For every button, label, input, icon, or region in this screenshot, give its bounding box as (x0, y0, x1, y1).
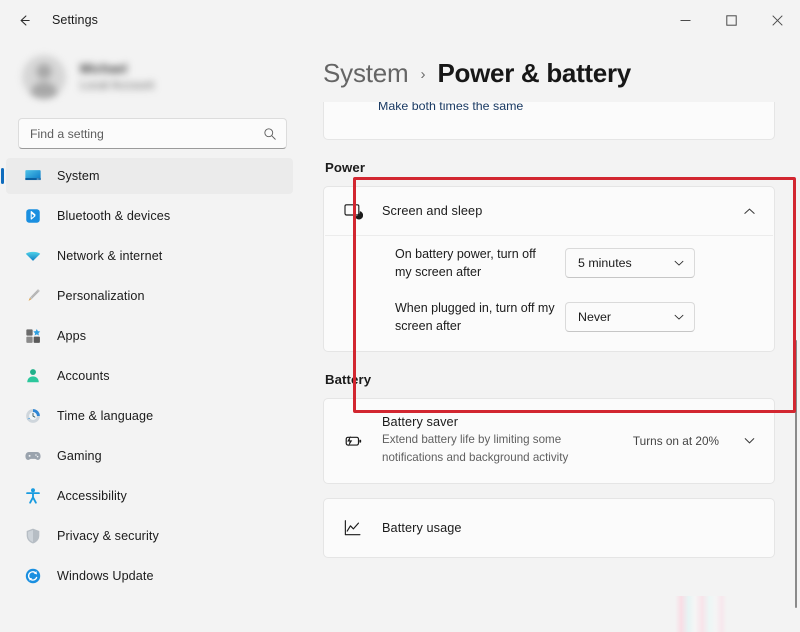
search-box[interactable] (18, 118, 287, 149)
dropdown-value: Never (578, 310, 673, 324)
battery-usage-card: Battery usage (323, 498, 775, 558)
sidebar-item-label: Gaming (57, 449, 102, 463)
profile-subtitle: Local Account (80, 80, 154, 92)
screen-sleep-times-card: Make both times the same (323, 102, 775, 140)
update-icon (23, 566, 43, 586)
minimize-icon (680, 15, 691, 26)
back-arrow-icon (17, 13, 32, 28)
sidebar-item-label: Accessibility (57, 489, 127, 503)
battery-saver-card: Battery saver Extend battery life by lim… (323, 398, 775, 484)
sidebar-item-label: Apps (57, 329, 86, 343)
battery-usage-row[interactable]: Battery usage (324, 499, 774, 557)
battery-usage-label: Battery usage (382, 521, 462, 535)
section-title-battery: Battery (325, 372, 800, 387)
chevron-up-icon[interactable] (733, 205, 756, 218)
apps-icon (23, 326, 43, 346)
minimize-button[interactable] (662, 0, 708, 40)
plugged-in-screen-off-row: When plugged in, turn off my screen afte… (324, 290, 774, 344)
sidebar-item-label: Accounts (57, 369, 110, 383)
sidebar-item-label: System (57, 169, 100, 183)
vertical-scrollbar[interactable] (795, 340, 797, 608)
sidebar-item-label: Bluetooth & devices (57, 209, 170, 223)
settings-scroll-area: Make both times the same Power Screen an… (323, 102, 800, 632)
maximize-button[interactable] (708, 0, 754, 40)
sidebar-item-label: Windows Update (57, 569, 154, 583)
close-button[interactable] (754, 0, 800, 40)
screen-and-sleep-expanded: On battery power, turn off my screen aft… (324, 236, 774, 351)
section-title-power: Power (325, 160, 800, 175)
close-icon (772, 15, 783, 26)
sidebar-item-bluetooth-devices[interactable]: Bluetooth & devices (6, 198, 293, 234)
chart-line-icon (342, 518, 364, 538)
app-title: Settings (52, 13, 98, 27)
avatar (22, 55, 66, 99)
title-bar: Settings (0, 0, 800, 40)
sidebar-nav: System Bluetooth & devices (0, 158, 305, 594)
battery-saver-icon (342, 430, 364, 452)
gamepad-icon (23, 446, 43, 466)
battery-saver-row[interactable]: Battery saver Extend battery life by lim… (324, 399, 774, 483)
sidebar-item-privacy-security[interactable]: Privacy & security (6, 518, 293, 554)
sidebar-item-label: Time & language (57, 409, 153, 423)
search-input[interactable] (30, 127, 263, 141)
breadcrumb-separator-icon: › (420, 66, 425, 83)
dropdown-value: 5 minutes (578, 256, 673, 270)
sidebar-item-gaming[interactable]: Gaming (6, 438, 293, 474)
bluetooth-icon (23, 206, 43, 226)
shield-icon (23, 526, 43, 546)
breadcrumb: System › Power & battery (323, 40, 800, 102)
plugged-in-screen-off-dropdown[interactable]: Never (565, 302, 695, 332)
page-title: Power & battery (437, 58, 630, 89)
back-button[interactable] (6, 4, 42, 36)
sidebar-item-time-language[interactable]: Time & language (6, 398, 293, 434)
screen-and-sleep-label: Screen and sleep (382, 204, 482, 218)
power-card: Screen and sleep On battery power, turn … (323, 186, 775, 352)
on-battery-screen-off-dropdown[interactable]: 5 minutes (565, 248, 695, 278)
brush-icon (23, 286, 43, 306)
on-battery-screen-off-label: On battery power, turn off my screen aft… (395, 245, 555, 281)
sidebar: Michael Local Account (0, 40, 305, 632)
battery-saver-label: Battery saver (382, 415, 594, 429)
plugged-in-screen-off-label: When plugged in, turn off my screen afte… (395, 299, 555, 335)
battery-saver-status: Turns on at 20% (633, 434, 719, 448)
screen-sleep-icon (342, 201, 364, 221)
search-icon (263, 127, 277, 141)
sidebar-item-windows-update[interactable]: Windows Update (6, 558, 293, 594)
sidebar-item-label: Personalization (57, 289, 145, 303)
maximize-icon (726, 15, 737, 26)
sidebar-item-network-internet[interactable]: Network & internet (6, 238, 293, 274)
window-body: Michael Local Account (0, 40, 800, 632)
sidebar-item-label: Network & internet (57, 249, 162, 263)
sidebar-item-apps[interactable]: Apps (6, 318, 293, 354)
sidebar-item-label: Privacy & security (57, 529, 159, 543)
settings-window: Settings (0, 0, 800, 632)
sidebar-item-accounts[interactable]: Accounts (6, 358, 293, 394)
make-both-times-same-link[interactable]: Make both times the same (378, 102, 523, 113)
breadcrumb-parent[interactable]: System (323, 58, 408, 89)
on-battery-screen-off-row: On battery power, turn off my screen aft… (324, 236, 774, 290)
profile-text: Michael Local Account (80, 62, 154, 92)
chevron-down-icon (673, 257, 685, 269)
main-content: System › Power & battery Make both times… (305, 40, 800, 632)
search-wrapper (0, 118, 305, 149)
sidebar-item-accessibility[interactable]: Accessibility (6, 478, 293, 514)
screen-and-sleep-row[interactable]: Screen and sleep (324, 187, 774, 235)
sidebar-item-personalization[interactable]: Personalization (6, 278, 293, 314)
window-controls (662, 0, 800, 40)
monitor-icon (23, 166, 43, 186)
battery-saver-text: Battery saver Extend battery life by lim… (382, 415, 594, 465)
user-profile[interactable]: Michael Local Account (0, 40, 305, 114)
clock-icon (23, 406, 43, 426)
accessibility-icon (23, 486, 43, 506)
wifi-icon (23, 246, 43, 266)
sidebar-item-system[interactable]: System (6, 158, 293, 194)
profile-name: Michael (80, 62, 154, 76)
chevron-down-icon (673, 311, 685, 323)
battery-saver-description: Extend battery life by limiting some not… (382, 431, 594, 465)
chevron-down-icon[interactable] (733, 434, 756, 447)
person-icon (23, 366, 43, 386)
